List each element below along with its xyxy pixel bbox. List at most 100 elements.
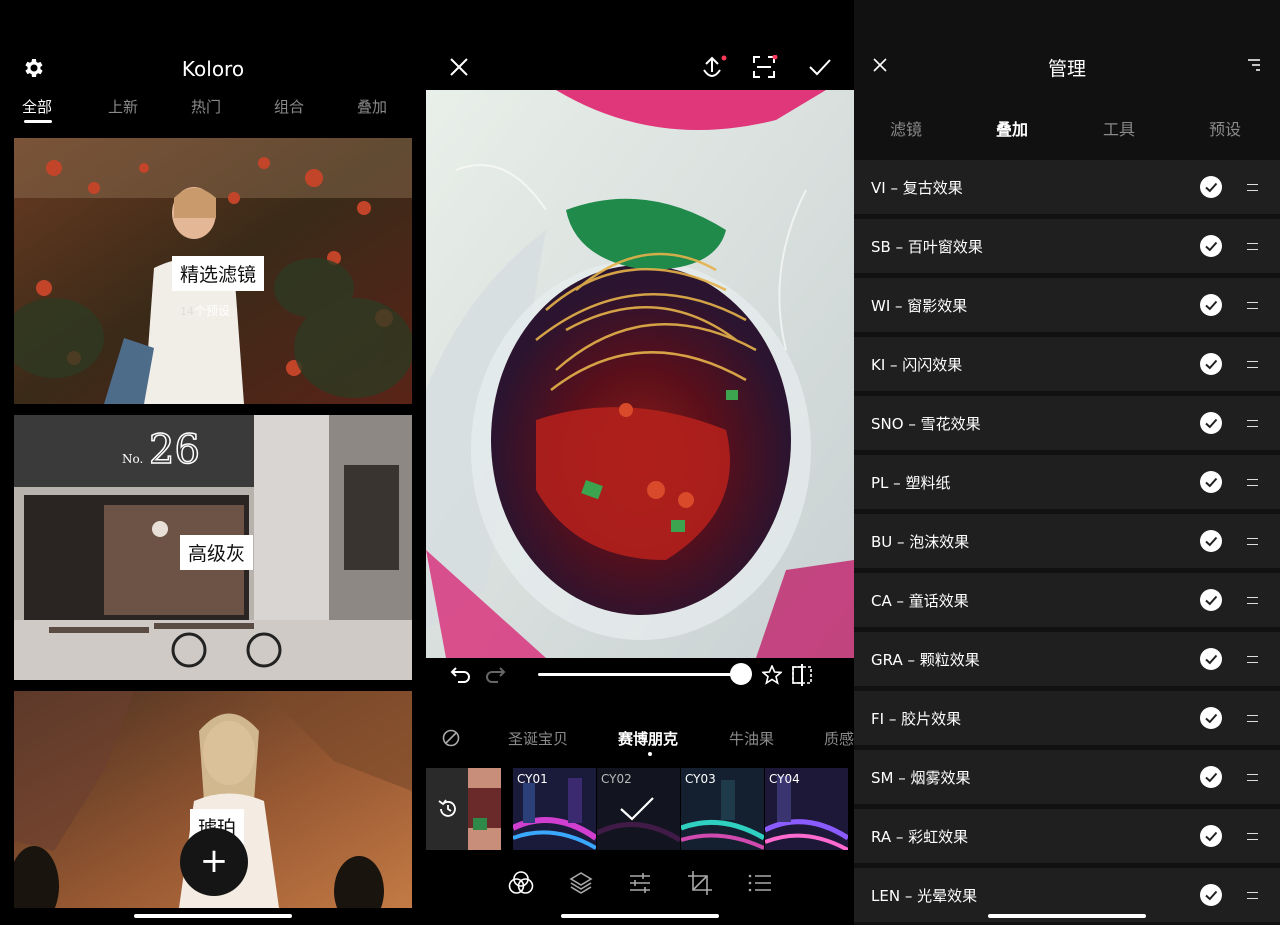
undo-icon[interactable]	[450, 664, 472, 684]
overlay-list-item[interactable]: SM – 烟雾效果	[854, 750, 1280, 804]
enabled-check-icon[interactable]	[1200, 530, 1222, 552]
drag-handle-icon[interactable]	[1247, 656, 1258, 663]
enabled-check-icon[interactable]	[1200, 353, 1222, 375]
overlay-item-label: SNO – 雪花效果	[871, 415, 981, 433]
enabled-check-icon[interactable]	[1200, 176, 1222, 198]
thumbnail-image	[468, 768, 501, 850]
overlay-list-item[interactable]: SB – 百叶窗效果	[854, 219, 1280, 273]
filter-thumbnails: CY01 CY02 CY03 CY04	[426, 768, 854, 850]
overlay-list-item[interactable]: PL – 塑料纸	[854, 455, 1280, 509]
overlay-list-item[interactable]: KI – 闪闪效果	[854, 337, 1280, 391]
original-thumbnail[interactable]	[468, 768, 501, 850]
drag-handle-icon[interactable]	[1247, 715, 1258, 722]
history-icon	[438, 799, 456, 817]
filter-thumb-cy03[interactable]: CY03	[681, 768, 764, 850]
enabled-check-icon[interactable]	[1200, 294, 1222, 316]
add-button[interactable]: +	[180, 828, 248, 896]
filter-card-gray[interactable]: 26 No. 高级灰	[14, 415, 412, 680]
redo-icon[interactable]	[484, 664, 506, 684]
sort-menu-icon[interactable]	[1246, 58, 1262, 72]
drag-handle-icon[interactable]	[1247, 302, 1258, 309]
drag-handle-icon[interactable]	[1247, 597, 1258, 604]
overlay-item-label: GRA – 颗粒效果	[871, 651, 980, 669]
selected-check-icon	[620, 797, 654, 821]
adjust-sliders-icon[interactable]	[625, 868, 655, 898]
overlay-list-item[interactable]: BU – 泡沫效果	[854, 514, 1280, 568]
filter-card-featured[interactable]: 精选滤镜 14个预设	[14, 138, 412, 404]
drag-handle-icon[interactable]	[1247, 243, 1258, 250]
photo-editor-panel: 圣诞宝贝 赛博朋克 牛油果 质感 CY01 CY02 CY03 CY04	[426, 0, 854, 925]
enabled-check-icon[interactable]	[1200, 884, 1222, 906]
overlay-list-item[interactable]: VI – 复古效果	[854, 160, 1280, 214]
confirm-check-icon[interactable]	[808, 58, 832, 76]
drag-handle-icon[interactable]	[1247, 538, 1258, 545]
split-compare-icon[interactable]	[790, 663, 814, 687]
overlay-list-item[interactable]: FI – 胶片效果	[854, 691, 1280, 745]
manage-tabs: 滤镜 叠加 工具 预设	[854, 110, 1280, 140]
star-icon[interactable]	[762, 665, 782, 685]
overlay-list-item[interactable]: SNO – 雪花效果	[854, 396, 1280, 450]
tab-combo[interactable]: 组合	[274, 96, 304, 117]
tab-christmas-baby[interactable]: 圣诞宝贝	[508, 728, 568, 749]
drag-handle-icon[interactable]	[1247, 774, 1258, 781]
tab-tools[interactable]: 工具	[1103, 116, 1135, 140]
app-title: Koloro	[181, 57, 245, 81]
overlay-item-label: WI – 窗影效果	[871, 297, 968, 315]
history-button[interactable]	[426, 768, 468, 850]
enabled-check-icon[interactable]	[1200, 825, 1222, 847]
drag-handle-icon[interactable]	[1247, 184, 1258, 191]
close-icon[interactable]	[450, 58, 468, 76]
enabled-check-icon[interactable]	[1200, 235, 1222, 257]
enabled-check-icon[interactable]	[1200, 707, 1222, 729]
home-indicator	[988, 914, 1146, 918]
intensity-slider[interactable]	[538, 673, 743, 676]
overlay-item-label: RA – 彩虹效果	[871, 828, 969, 846]
overlay-item-label: KI – 闪闪效果	[871, 356, 963, 374]
filter-thumb-cy01[interactable]: CY01	[513, 768, 596, 850]
layers-icon[interactable]	[566, 868, 596, 898]
tab-texture[interactable]: 质感	[824, 728, 854, 749]
drag-handle-icon[interactable]	[1247, 479, 1258, 486]
filter-circles-icon[interactable]	[506, 868, 536, 898]
drag-handle-icon[interactable]	[1247, 892, 1258, 899]
no-filter-icon[interactable]	[442, 729, 460, 747]
active-category-dot	[648, 752, 652, 756]
home-indicator	[561, 914, 719, 918]
overlay-list-item[interactable]: RA – 彩虹效果	[854, 809, 1280, 863]
share-icon[interactable]	[700, 54, 728, 80]
compare-frame-icon[interactable]	[752, 55, 778, 79]
overlay-list-item[interactable]: GRA – 颗粒效果	[854, 632, 1280, 686]
list-icon[interactable]	[745, 868, 775, 898]
overlay-list-item[interactable]: CA – 童话效果	[854, 573, 1280, 627]
filter-thumb-cy04[interactable]: CY04	[765, 768, 848, 850]
enabled-check-icon[interactable]	[1200, 648, 1222, 670]
tab-overlays[interactable]: 叠加	[996, 116, 1028, 140]
tab-hot[interactable]: 热门	[191, 96, 221, 117]
active-tab-indicator	[24, 120, 52, 123]
overlay-item-label: VI – 复古效果	[871, 179, 963, 197]
overlay-item-label: SM – 烟雾效果	[871, 769, 971, 787]
enabled-check-icon[interactable]	[1200, 766, 1222, 788]
tab-presets[interactable]: 预设	[1209, 116, 1241, 140]
overlay-list-item[interactable]: WI – 窗影效果	[854, 278, 1280, 332]
tab-cyberpunk[interactable]: 赛博朋克	[618, 728, 678, 749]
tab-filters[interactable]: 滤镜	[890, 116, 922, 140]
enabled-check-icon[interactable]	[1200, 412, 1222, 434]
drag-handle-icon[interactable]	[1247, 420, 1258, 427]
category-tabs: 全部 上新 热门 组合 叠加	[0, 96, 426, 126]
enabled-check-icon[interactable]	[1200, 471, 1222, 493]
filter-thumb-cy02[interactable]: CY02	[597, 768, 680, 850]
drag-handle-icon[interactable]	[1247, 833, 1258, 840]
thumb-label: CY04	[769, 772, 800, 786]
edited-photo[interactable]	[426, 90, 854, 658]
intensity-row	[426, 660, 854, 690]
crop-icon[interactable]	[685, 868, 715, 898]
tab-overlay[interactable]: 叠加	[357, 96, 387, 117]
slider-knob[interactable]	[730, 663, 752, 685]
tab-new[interactable]: 上新	[108, 96, 138, 117]
tab-all[interactable]: 全部	[22, 96, 52, 117]
enabled-check-icon[interactable]	[1200, 589, 1222, 611]
drag-handle-icon[interactable]	[1247, 361, 1258, 368]
overlay-item-label: CA – 童话效果	[871, 592, 969, 610]
tab-avocado[interactable]: 牛油果	[729, 728, 774, 749]
